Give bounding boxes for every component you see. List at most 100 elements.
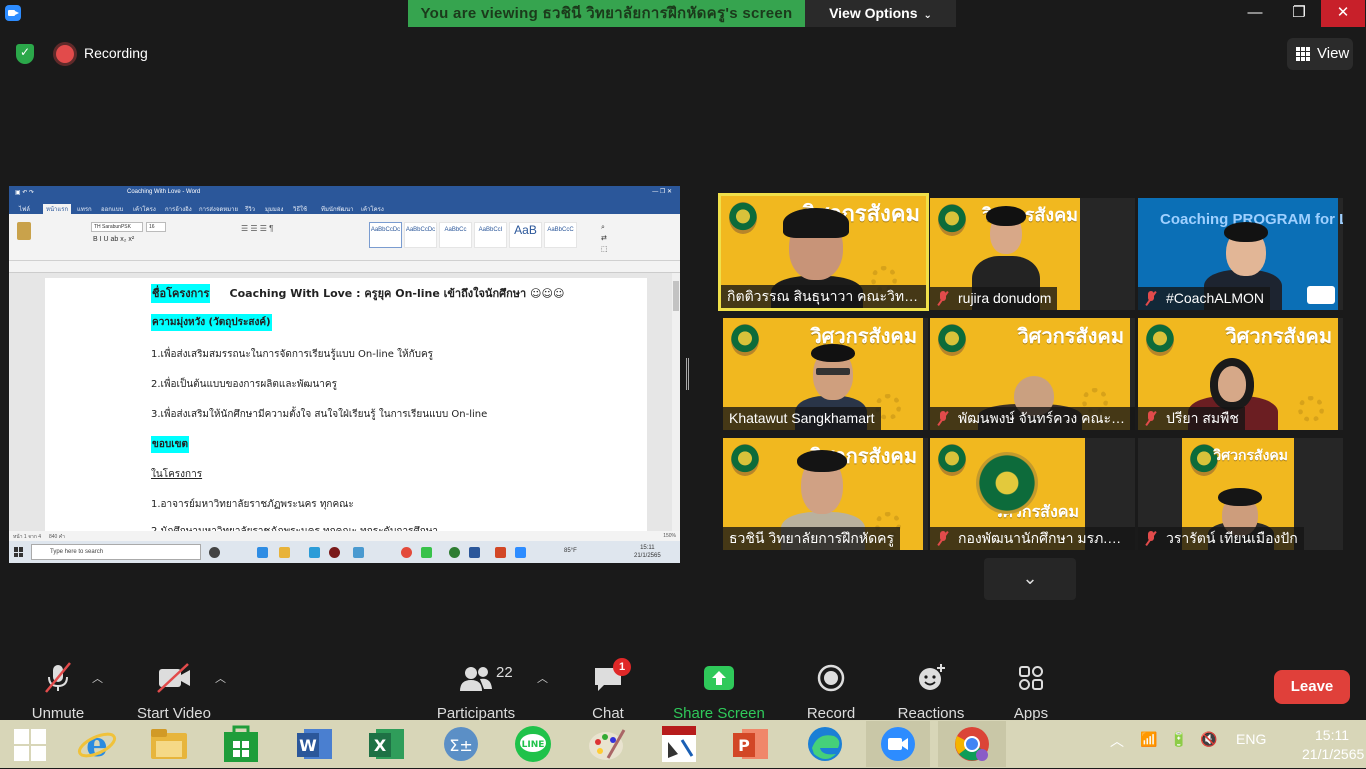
- video-tile[interactable]: วิศวกรสังคม rujira donudom: [930, 198, 1135, 310]
- excel-icon[interactable]: X: [366, 724, 408, 764]
- video-tile[interactable]: วิศวกรสังคม กิตติวรรณ สินธุนาวา คณะวิทยา…: [718, 193, 929, 311]
- video-tile[interactable]: Coaching PROGRAM for L #CoachALMON: [1138, 198, 1343, 310]
- maximize-button[interactable]: ❐: [1277, 0, 1321, 27]
- video-tile[interactable]: วิศวกรสังคม ปรียา สมพืช: [1138, 318, 1343, 430]
- svg-text:Σ±: Σ±: [449, 736, 473, 755]
- recording-label: Recording: [84, 45, 148, 61]
- word-tab[interactable]: ทีมนักพัฒนา: [321, 204, 354, 214]
- clock-date: 21/1/2565: [1302, 746, 1365, 762]
- word-tab[interactable]: เค้าโครง: [361, 204, 384, 214]
- line-app-icon[interactable]: LINE: [512, 724, 554, 764]
- word-tab[interactable]: รีวิว: [245, 204, 255, 214]
- video-tile[interactable]: วิศวกรสังคม ธวชินี วิทยาลัยการฝึกหัดครู: [723, 438, 928, 550]
- style-tile[interactable]: AaBbCc: [439, 222, 472, 248]
- split-handle[interactable]: [686, 358, 689, 390]
- doc-highlight: ชื่อโครงการ: [151, 284, 211, 303]
- shared-taskbar: Type here to search 85°F 15:11 21/1/2565: [9, 541, 680, 563]
- zoom-taskbar-icon[interactable]: [866, 721, 930, 767]
- font-name-box[interactable]: TH SarabunPSK: [91, 222, 143, 232]
- word-window-controls-icon: — ❐ ✕: [652, 189, 672, 195]
- paste-icon[interactable]: [17, 222, 31, 240]
- shared-screen[interactable]: Coaching With Love - Word ▣ ↶ ↷ — ❐ ✕ ไฟ…: [9, 186, 680, 563]
- document-page[interactable]: ชื่อโครงการ Coaching With Love : ครูยุค …: [45, 278, 647, 531]
- word-icon[interactable]: W: [294, 724, 336, 764]
- powerpoint-icon[interactable]: P: [730, 724, 772, 764]
- volume-muted-icon[interactable]: 🔇: [1200, 731, 1217, 748]
- viewing-screen-text: You are viewing ธวชินี วิทยาลัยการฝึกหัด…: [420, 5, 793, 22]
- doc-line: ความมุ่งหวัง (วัตถุประสงค์): [151, 314, 272, 331]
- internet-explorer-icon[interactable]: e: [76, 724, 118, 765]
- network-icon[interactable]: 📶: [1140, 731, 1157, 748]
- taskbar-clock[interactable]: 15:11 21/1/2565: [1302, 726, 1365, 764]
- participants-caret-icon[interactable]: ︿: [537, 670, 548, 686]
- word-count: 840 คำ: [49, 534, 65, 540]
- shared-temperature: 85°F: [564, 548, 577, 554]
- document-scrollbar[interactable]: [672, 273, 680, 531]
- style-tile[interactable]: AaBbCcDc: [404, 222, 437, 248]
- style-tile[interactable]: AaBbCcC: [544, 222, 577, 248]
- mic-muted-icon: [45, 662, 71, 693]
- word-tab[interactable]: มุมมอง: [265, 204, 283, 214]
- view-options-button[interactable]: View Options ⌄: [805, 0, 956, 27]
- word-tab[interactable]: การส่งจดหมาย: [199, 204, 238, 214]
- close-button[interactable]: ✕: [1321, 0, 1365, 27]
- audio-options-caret-icon[interactable]: ︿: [92, 670, 103, 686]
- mic-muted-icon: [936, 291, 950, 305]
- word-tab[interactable]: ออกแบบ: [101, 204, 123, 214]
- tile-brand: วิศวกรสังคม: [1225, 324, 1332, 348]
- windows-start-icon[interactable]: [14, 729, 46, 761]
- battery-icon[interactable]: 🔋: [1170, 731, 1187, 748]
- word-ribbon: TH SarabunPSK 16 B I U ab x₂ x² ☰ ☰ ☰ ¶ …: [9, 214, 680, 261]
- participant-name: ปรียา สมพืช: [1138, 407, 1245, 430]
- paint-icon[interactable]: [586, 724, 628, 764]
- file-explorer-icon[interactable]: [148, 724, 190, 764]
- participant-name: พัฒนพงษ์ จันทร์ควง คณะวิทยาการ: [930, 407, 1135, 430]
- video-tile[interactable]: วิศวกรสังคม กองพัฒนานักศึกษา มรภ.พระนคร: [930, 438, 1135, 550]
- edge-icon[interactable]: [804, 724, 846, 764]
- show-hidden-icons-icon[interactable]: ︿: [1110, 731, 1124, 751]
- video-options-caret-icon[interactable]: ︿: [215, 670, 226, 686]
- mail-icon: [353, 547, 364, 558]
- doc-highlight: ขอบเขต: [151, 436, 189, 453]
- style-tile[interactable]: AaB: [509, 222, 542, 248]
- doc-line: 2.เพื่อเป็นต้นแบบของการผลิตและพัฒนาครู: [151, 379, 337, 390]
- font-size-box[interactable]: 16: [146, 222, 166, 232]
- leave-button[interactable]: Leave: [1274, 670, 1350, 704]
- university-seal-icon: [976, 452, 1038, 514]
- participant-name-text: Khatawut Sangkhamart: [729, 410, 875, 426]
- doc-project-title: Coaching With Love : ครูยุค On-line เข้า…: [229, 287, 565, 300]
- minimize-button[interactable]: —: [1233, 0, 1277, 27]
- style-tile[interactable]: AaBbCcDc: [369, 222, 402, 248]
- word-tab[interactable]: แทรก: [77, 204, 92, 214]
- lisrel-icon[interactable]: [658, 724, 700, 764]
- participant-name: กองพัฒนานักศึกษา มรภ.พระนคร: [930, 527, 1135, 550]
- participant-name-text: ธวชินี วิทยาลัยการฝึกหัดครู: [729, 530, 895, 546]
- line-icon: [421, 547, 432, 558]
- svg-text:e: e: [86, 725, 108, 764]
- security-shield-icon[interactable]: [16, 44, 34, 64]
- shared-time: 15:11: [640, 545, 655, 551]
- word-ribbon-tabs: ไฟล์ หน้าแรก แทรก ออกแบบ เค้าโครง การอ้า…: [9, 200, 680, 214]
- video-tile[interactable]: วิศวกรสังคม วรารัตน์ เทียนเมืองปัก: [1138, 438, 1343, 550]
- word-tab[interactable]: เค้าโครง: [133, 204, 156, 214]
- video-tile[interactable]: วิศวกรสังคม Khatawut Sangkhamart: [723, 318, 928, 430]
- chrome-taskbar-icon[interactable]: [938, 721, 1006, 767]
- word-window-title: Coaching With Love - Word: [127, 189, 201, 195]
- find-replace-icon[interactable]: ⌕ ⇄ ⬚: [601, 222, 608, 255]
- participants-icon: [460, 667, 492, 691]
- style-tile[interactable]: AaBbCcI: [474, 222, 507, 248]
- format-buttons-icon[interactable]: B I U ab x₂ x²: [93, 236, 134, 243]
- math-input-icon[interactable]: Σ±: [440, 724, 482, 764]
- next-page-button[interactable]: ⌄: [984, 558, 1076, 600]
- doc-line: 1.อาจารย์มหาวิทยาลัยราชภัฏพระนคร ทุกคณะ: [151, 499, 354, 510]
- participant-name-text: #CoachALMON: [1166, 290, 1265, 306]
- store-icon[interactable]: [220, 724, 262, 764]
- video-tile[interactable]: วิศวกรสังคม พัฒนพงษ์ จันทร์ควง คณะวิทยาก…: [930, 318, 1135, 430]
- word-tab[interactable]: การอ้างอิง: [165, 204, 192, 214]
- language-indicator[interactable]: ENG: [1236, 731, 1266, 747]
- word-tab[interactable]: หน้าแรก: [43, 204, 72, 214]
- word-tab[interactable]: วิธีใช้: [293, 204, 307, 214]
- word-tab[interactable]: ไฟล์: [19, 204, 30, 214]
- paragraph-buttons-icon[interactable]: ☰ ☰ ☰ ¶: [241, 224, 273, 233]
- zoom-app-icon: [5, 5, 21, 21]
